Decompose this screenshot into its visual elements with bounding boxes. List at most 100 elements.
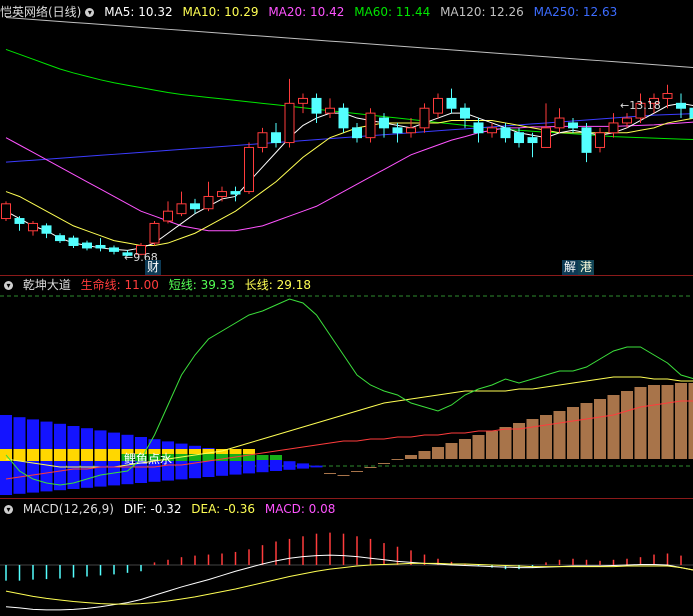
yellow-segment: [13, 449, 26, 454]
candle-body: [433, 97, 443, 114]
green-segment: [81, 454, 93, 461]
candle-body: [257, 132, 268, 148]
brown-bar: [378, 463, 390, 464]
indicator-title[interactable]: 乾坤大道: [23, 278, 71, 292]
candle-body: [419, 107, 430, 129]
candle-body: [676, 102, 686, 109]
candle-body: [568, 122, 578, 129]
low-arrow-icon: ←: [124, 251, 134, 264]
candle-body: [581, 127, 592, 153]
brown-bar: [445, 443, 458, 459]
candle-body: [514, 132, 524, 144]
candle-body: [406, 127, 416, 134]
ma20-value: MA20: 10.42: [268, 5, 345, 19]
high-price-text: 13.18: [629, 99, 661, 112]
ma5-line: [5, 102, 693, 251]
brown-bar: [324, 473, 336, 474]
finance-tag[interactable]: 财: [145, 260, 162, 275]
settings-dot-icon[interactable]: ▾: [4, 505, 13, 514]
candle-body: [595, 132, 605, 148]
candle-body: [203, 195, 214, 210]
macd-value: MACD: 0.08: [264, 502, 336, 516]
candle-body: [298, 97, 308, 104]
blue-bar: [310, 465, 323, 468]
macd-header: ▾ MACD(12,26,9) DIF: -0.32 DEA: -0.36 MA…: [0, 500, 341, 518]
yellow-segment: [81, 449, 93, 454]
brown-bar: [351, 471, 363, 472]
high-price-label: ←13.18: [620, 99, 661, 112]
green-segment: [108, 454, 120, 461]
yellow-segment: [54, 449, 66, 454]
brown-bar: [580, 403, 593, 459]
candle-body: [55, 235, 65, 242]
candle-body: [527, 137, 538, 144]
candle-body: [446, 97, 457, 109]
ma120-line: [5, 17, 693, 68]
candle-body: [500, 127, 511, 139]
yellow-segment: [189, 449, 201, 454]
dea-line: [5, 562, 693, 605]
yellow-segment: [229, 449, 242, 454]
yellow-segment: [0, 449, 12, 454]
price-header: 恺英网络(日线) ▾ MA5: 10.32 MA10: 10.29 MA20: 1…: [0, 3, 623, 21]
stock-title[interactable]: 恺英网络(日线): [0, 5, 81, 19]
candle-body: [149, 222, 160, 244]
brown-bar: [418, 451, 431, 459]
brown-bar: [472, 435, 485, 459]
candle-body: [1, 203, 11, 220]
candle-body: [554, 117, 565, 129]
candle-body: [541, 127, 551, 148]
dea-value: DEA: -0.36: [191, 502, 256, 516]
high-arrow-icon: ←: [620, 99, 630, 112]
yellow-segment: [175, 449, 188, 454]
ma250-value: MA250: 12.63: [533, 5, 618, 19]
candle-body: [662, 93, 673, 99]
candle-body: [473, 122, 484, 134]
brown-bar: [337, 475, 350, 476]
candle-body: [230, 191, 241, 195]
candle-body: [68, 237, 79, 246]
qiankun-panel: [0, 295, 693, 495]
candle-body: [244, 146, 254, 193]
brown-bar: [405, 455, 417, 459]
candle-body: [82, 242, 92, 249]
settings-dot-icon[interactable]: ▾: [4, 281, 13, 290]
macd-panel: [0, 532, 693, 611]
brown-bar: [648, 385, 660, 459]
brown-bar: [459, 439, 471, 459]
brown-bar: [540, 415, 552, 459]
hk-connect-tag[interactable]: 港: [578, 260, 595, 275]
candle-body: [608, 122, 619, 134]
macd-title[interactable]: MACD(12,26,9): [23, 502, 114, 516]
yellow-segment: [94, 449, 107, 454]
dif-value: DIF: -0.32: [123, 502, 182, 516]
green-segment: [94, 454, 107, 461]
candle-body: [284, 102, 295, 144]
yellow-segment: [40, 449, 53, 454]
settings-dot-icon[interactable]: ▾: [85, 8, 95, 17]
yellow-segment: [108, 449, 120, 454]
yellow-segment: [27, 449, 39, 454]
candle-body: [622, 117, 632, 124]
brown-bar: [675, 383, 687, 459]
candle-body: [109, 247, 119, 252]
brown-bar: [594, 399, 606, 459]
brown-bar: [432, 447, 444, 459]
brown-bar: [391, 459, 404, 460]
candle-body: [325, 107, 335, 114]
brown-bar: [634, 387, 647, 459]
signal-label: 鲤鱼点水: [124, 452, 173, 466]
green-segment: [256, 455, 269, 460]
qiankun-header: ▾ 乾坤大道 生命线: 11.00 短线: 39.33 长线: 29.18: [0, 276, 317, 294]
candle-body: [460, 107, 470, 119]
stock-chart[interactable]: [0, 0, 693, 616]
ma120-value: MA120: 12.26: [440, 5, 524, 19]
brown-bar: [364, 467, 377, 468]
candle-body: [28, 222, 38, 232]
unlock-tag[interactable]: 解: [562, 260, 579, 275]
candle-body: [176, 203, 187, 215]
candle-body: [365, 112, 376, 139]
candle-body: [14, 218, 25, 224]
candle-body: [379, 117, 389, 129]
blue-bar: [297, 463, 309, 469]
